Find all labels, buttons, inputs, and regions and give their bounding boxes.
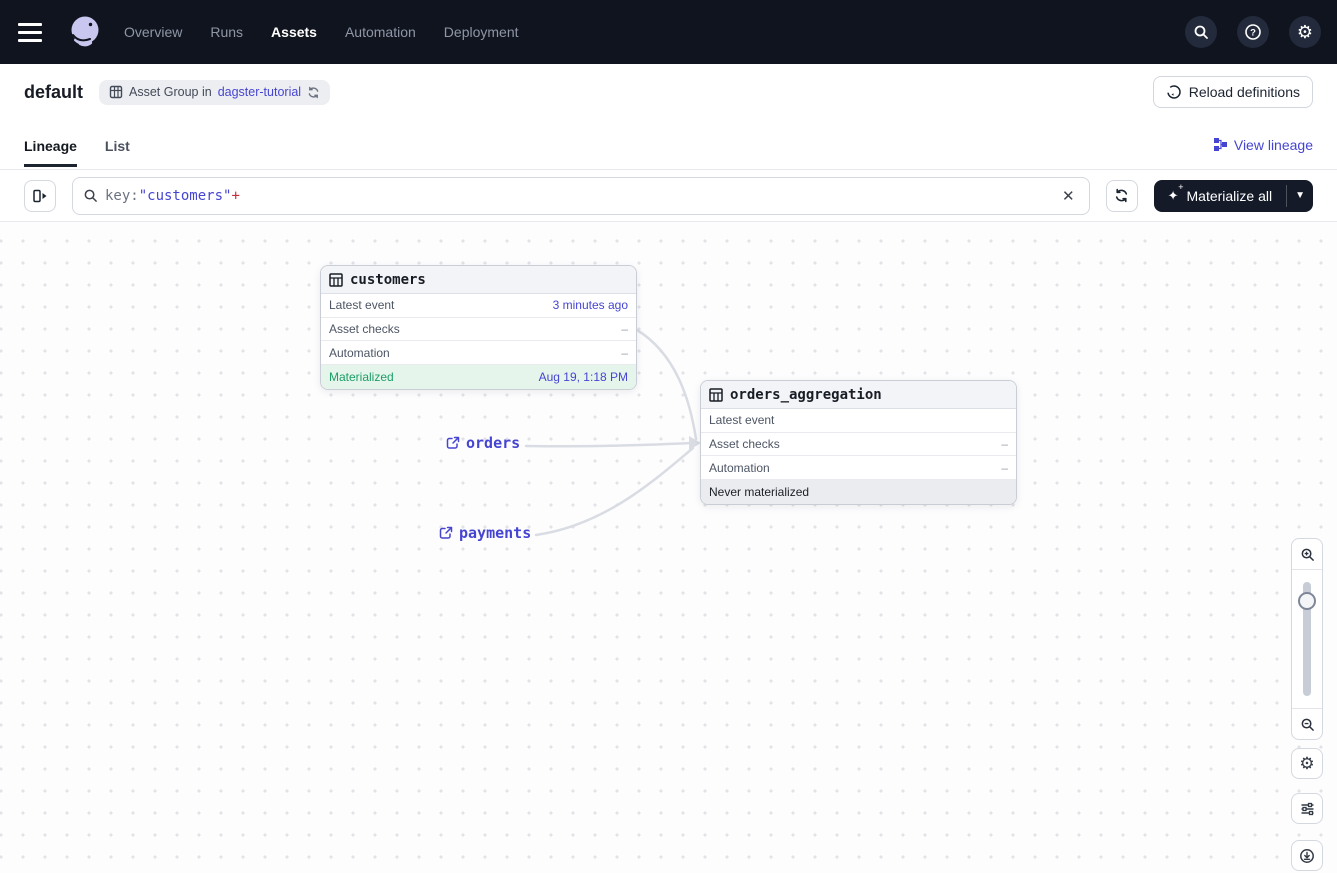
latest-event-link[interactable]: 3 minutes ago — [553, 298, 628, 312]
hamburger-menu-icon[interactable] — [18, 16, 50, 48]
materialized-status-label: Materialized — [329, 370, 394, 384]
badge-repo-link[interactable]: dagster-tutorial — [218, 85, 301, 99]
sparkle-icon: ✦+ — [1168, 188, 1179, 204]
external-asset-payments[interactable]: payments — [439, 524, 531, 542]
asset-search-input[interactable]: key:"customers"+ ✕ — [72, 177, 1090, 215]
asset-node-orders-aggregation[interactable]: orders_aggregation Latest event Asset ch… — [700, 380, 1017, 505]
filters-tune-icon — [1300, 801, 1315, 816]
lineage-edges — [0, 222, 1337, 873]
node-row-materialized: Materialized Aug 19, 1:18 PM — [321, 365, 636, 389]
never-materialized-label: Never materialized — [709, 485, 809, 499]
node-row-never-materialized: Never materialized — [701, 480, 1016, 504]
help-icon[interactable]: ? — [1237, 16, 1269, 48]
asset-name: customers — [350, 272, 426, 288]
lineage-graph-canvas[interactable]: customers Latest event 3 minutes ago Ass… — [0, 222, 1337, 873]
node-row-latest-event: Latest event 3 minutes ago — [321, 294, 636, 318]
node-row-asset-checks: Asset checks – — [701, 433, 1016, 457]
nav-item-deployment[interactable]: Deployment — [444, 24, 519, 40]
search-icon[interactable] — [1185, 16, 1217, 48]
refresh-graph-button[interactable] — [1106, 180, 1138, 212]
reload-label: Reload definitions — [1189, 84, 1300, 100]
node-row-automation: Automation – — [321, 341, 636, 365]
tab-lineage[interactable]: Lineage — [24, 124, 77, 166]
materialize-all-main[interactable]: ✦+ Materialize all — [1154, 180, 1287, 212]
arrow-down-circle-icon — [1299, 848, 1315, 864]
dagster-logo-icon[interactable] — [66, 12, 106, 52]
nav-item-automation[interactable]: Automation — [345, 24, 416, 40]
table-icon — [329, 273, 343, 287]
nav-item-runs[interactable]: Runs — [210, 24, 243, 40]
top-navbar: Overview Runs Assets Automation Deployme… — [0, 0, 1337, 64]
graph-settings-button[interactable]: ⚙ — [1291, 748, 1323, 779]
asset-group-badge: Asset Group in dagster-tutorial — [99, 80, 330, 105]
external-asset-label: orders — [466, 434, 520, 452]
asset-node-header[interactable]: orders_aggregation — [701, 381, 1016, 409]
nav-item-overview[interactable]: Overview — [124, 24, 182, 40]
settings-gear-icon: ⚙ — [1299, 755, 1314, 772]
asset-group-icon — [109, 85, 123, 99]
zoom-control-group — [1291, 538, 1323, 740]
badge-prefix: Asset Group in — [129, 85, 212, 99]
reload-definitions-button[interactable]: Reload definitions — [1153, 76, 1313, 108]
main-nav: Overview Runs Assets Automation Deployme… — [124, 24, 519, 40]
node-row-latest-event: Latest event — [701, 409, 1016, 433]
page-header: default Asset Group in dagster-tutorial … — [0, 64, 1337, 120]
nav-item-assets[interactable]: Assets — [271, 24, 317, 40]
graph-filters-button[interactable] — [1291, 793, 1323, 824]
search-input-icon — [83, 188, 98, 203]
asset-node-customers[interactable]: customers Latest event 3 minutes ago Ass… — [320, 265, 637, 390]
tab-list[interactable]: List — [105, 124, 130, 166]
zoom-out-button[interactable] — [1292, 709, 1322, 739]
materialize-dropdown-caret[interactable]: ▼ — [1287, 180, 1313, 212]
lineage-toolbar: key:"customers"+ ✕ ✦+ Materialize all ▼ — [0, 170, 1337, 222]
svg-text:?: ? — [1250, 28, 1256, 39]
zoom-slider-knob[interactable] — [1298, 592, 1316, 610]
node-row-automation: Automation – — [701, 456, 1016, 480]
sidebar-toggle-button[interactable] — [24, 180, 56, 212]
asset-node-header[interactable]: customers — [321, 266, 636, 294]
external-link-icon — [446, 436, 460, 450]
view-lineage-label: View lineage — [1234, 137, 1313, 153]
clear-search-icon[interactable]: ✕ — [1058, 185, 1079, 207]
reload-icon — [1166, 84, 1182, 100]
search-query-text[interactable]: key:"customers"+ — [105, 188, 1051, 204]
lineage-graph-icon — [1213, 137, 1228, 152]
materialize-all-label: Materialize all — [1187, 188, 1273, 204]
external-link-icon — [439, 526, 453, 540]
external-asset-label: payments — [459, 524, 531, 542]
view-lineage-link[interactable]: View lineage — [1213, 137, 1313, 153]
asset-name: orders_aggregation — [730, 387, 882, 403]
gear-icon[interactable]: ⚙ — [1289, 16, 1321, 48]
materialized-timestamp-link[interactable]: Aug 19, 1:18 PM — [539, 370, 628, 384]
external-asset-orders[interactable]: orders — [446, 434, 520, 452]
tabs-row: Lineage List View lineage — [0, 120, 1337, 170]
recenter-button[interactable] — [1291, 840, 1323, 871]
materialize-all-button[interactable]: ✦+ Materialize all ▼ — [1154, 180, 1313, 212]
node-row-asset-checks: Asset checks – — [321, 318, 636, 342]
page-title: default — [24, 82, 83, 103]
badge-refresh-icon[interactable] — [307, 86, 320, 99]
zoom-in-button[interactable] — [1292, 539, 1322, 569]
table-icon — [709, 388, 723, 402]
zoom-slider[interactable] — [1292, 570, 1322, 708]
